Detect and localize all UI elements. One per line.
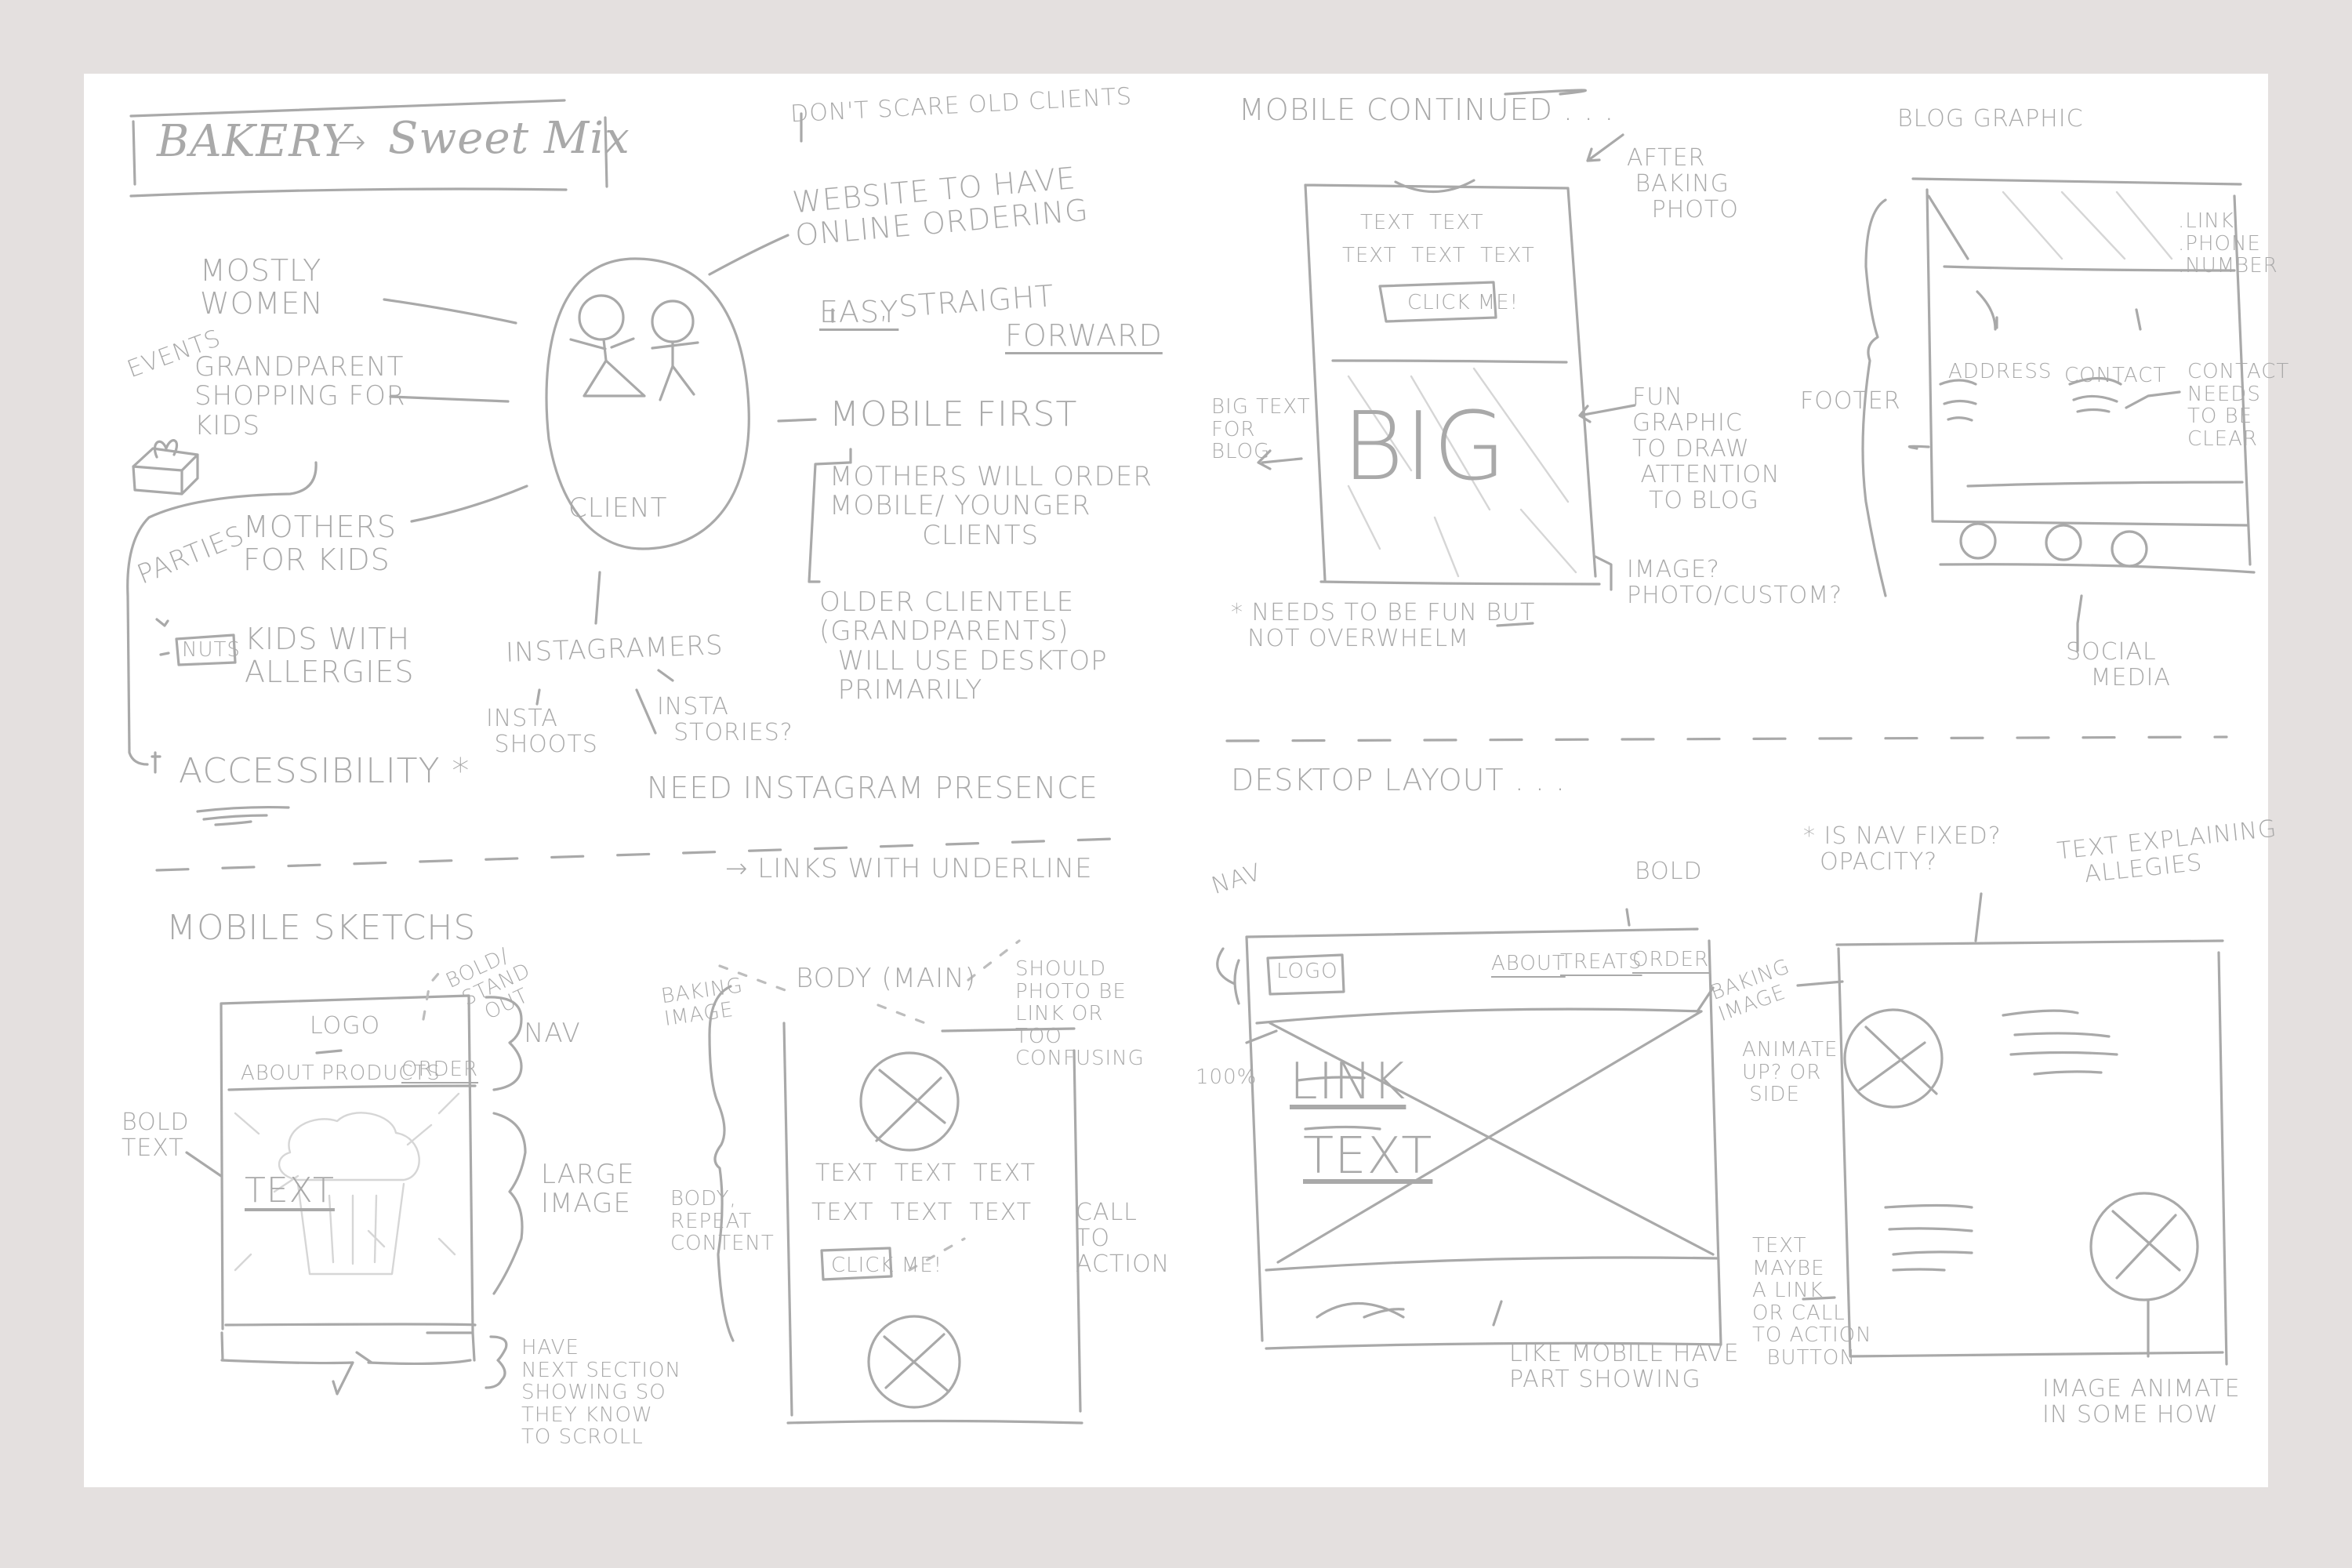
sketch-canvas: BAKERY → Sweet Mix CLIENT MOSTLY WOMEN E… bbox=[0, 0, 2352, 1568]
phone1-logo: LOGO bbox=[310, 1012, 381, 1040]
note-contact-clear: CONTACT NEEDS TO BE CLEAR bbox=[2187, 360, 2290, 451]
mobile-continued-heading: MOBILE CONTINUED . . . bbox=[1239, 93, 1615, 127]
note-needs-fun: * NEEDS TO BE FUN BUT NOT OVERWHELM bbox=[1231, 599, 1536, 652]
note-link-phone: .LINK .PHONE .NUMBER bbox=[2178, 209, 2278, 278]
links-underline-note: → LINKS WITH UNDERLINE bbox=[725, 853, 1093, 884]
note-desktop-width: 100% bbox=[1196, 1065, 1258, 1089]
mobile-sketches-heading: MOBILE SKETCHS bbox=[166, 908, 477, 948]
phone2-text-line-2: TEXT TEXT TEXT bbox=[811, 1199, 1033, 1226]
note-baking-image: BAKING IMAGE bbox=[659, 973, 745, 1031]
note-desktop-nav: NAV bbox=[1208, 858, 1265, 901]
note-social-media: SOCIAL MEDIA bbox=[2066, 638, 2171, 691]
desktop-nav-about[interactable]: ABOUT bbox=[1491, 953, 1566, 975]
note-animate: ANIMATE UP? OR SIDE bbox=[1742, 1038, 1838, 1107]
insta-stories: INSTA STORIES? bbox=[657, 693, 793, 746]
desktop-hero-text: TEXT bbox=[1303, 1127, 1433, 1185]
note-image-photo: IMAGE? PHOTO/CUSTOM? bbox=[1627, 556, 1843, 609]
note-desktop-baking-image: BAKING IMAGE bbox=[1708, 954, 1794, 1026]
title-right: Sweet Mix bbox=[388, 113, 630, 164]
note-forward: FORWARD bbox=[1005, 318, 1163, 353]
phone2-click-me-button[interactable]: CLICK ME! bbox=[831, 1254, 942, 1277]
note-online-ordering: WEBSITE TO HAVE ONLINE ORDERING bbox=[790, 160, 1091, 252]
audience-grandparent: GRANDPARENT SHOPPING FOR KIDS bbox=[194, 351, 406, 441]
title-left: BAKERY bbox=[157, 116, 351, 167]
desktop-heading: DESKTOP LAYOUT . . . bbox=[1231, 763, 1566, 797]
note-body-repeat: BODY, REPEAT CONTENT bbox=[670, 1187, 775, 1256]
desktop-nav-treats[interactable]: TREATS bbox=[1560, 951, 1642, 974]
note-image-animate: IMAGE ANIMATE IN SOME HOW bbox=[2042, 1375, 2241, 1428]
mc-big-text: BIG bbox=[1342, 393, 1507, 502]
phone1-hero-text: TEXT bbox=[245, 1171, 335, 1210]
client-label: CLIENT bbox=[568, 492, 668, 524]
footer-contact: CONTACT bbox=[2064, 364, 2167, 387]
note-nav: NAV bbox=[524, 1018, 581, 1049]
footer-address: ADDRESS bbox=[1948, 360, 2053, 383]
note-big-text-blog: BIG TEXT FOR BLOG bbox=[1211, 395, 1311, 464]
audience-women: MOSTLY WOMEN bbox=[200, 253, 324, 321]
note-desktop-bold: BOLD bbox=[1635, 858, 1703, 885]
mobile-first-mothers: MOTHERS WILL ORDER MOBILE/ YOUNGER CLIEN… bbox=[829, 461, 1152, 551]
mobile-first-heading: MOBILE FIRST bbox=[829, 394, 1078, 434]
note-photo-link: SHOULD PHOTO BE LINK OR TOO CONFUSING bbox=[1015, 957, 1145, 1071]
mc-text-line-2: TEXT TEXT TEXT bbox=[1342, 244, 1535, 267]
note-blog-graphic: BLOG GRAPHIC bbox=[1897, 105, 2084, 132]
mc-click-me-button[interactable]: CLICK ME! bbox=[1407, 292, 1519, 314]
mc-text-line-1: TEXT TEXT bbox=[1360, 211, 1484, 234]
tag-nuts: NUTS bbox=[182, 638, 241, 662]
note-bold-text: BOLD TEXT bbox=[122, 1109, 190, 1162]
note-cta: CALL TO ACTION bbox=[1076, 1199, 1171, 1278]
desktop-hero-link[interactable]: LINK bbox=[1290, 1054, 1406, 1110]
note-text-maybe: TEXT MAYBE A LINK OR CALL TO ACTION BUTT… bbox=[1752, 1234, 1872, 1370]
note-like-mobile: LIKE MOBILE HAVE PART SHOWING bbox=[1509, 1340, 1740, 1393]
note-dont-scare: DON'T SCARE OLD CLIENTS bbox=[789, 82, 1133, 129]
accessibility-note: ACCESSIBILITY * bbox=[179, 751, 470, 791]
desktop-nav-order[interactable]: ORDER bbox=[1632, 949, 1709, 971]
mobile-first-older: OLDER CLIENTELE (GRANDPARENTS) WILL USE … bbox=[819, 586, 1108, 706]
note-large-image: LARGE IMAGE bbox=[541, 1159, 635, 1220]
note-next-section: HAVE NEXT SECTION SHOWING SO THEY KNOW T… bbox=[521, 1336, 681, 1450]
need-instagram: NEED INSTAGRAM PRESENCE bbox=[647, 771, 1098, 805]
phone2-heading: BODY (MAIN) bbox=[796, 963, 976, 994]
desktop-logo: LOGO bbox=[1276, 960, 1338, 983]
note-nav-fixed: * IS NAV FIXED? OPACITY? bbox=[1803, 822, 2002, 876]
phone2-text-line-1: TEXT TEXT TEXT bbox=[815, 1160, 1036, 1187]
phone1-nav-about[interactable]: ABOUT bbox=[241, 1062, 315, 1085]
audience-mothers: MOTHERS FOR KIDS bbox=[243, 510, 397, 577]
note-after-baking: AFTER BAKING PHOTO bbox=[1627, 144, 1739, 223]
footer-label: FOOTER bbox=[1800, 387, 1901, 415]
arrow-icon: → bbox=[337, 122, 367, 162]
audience-kids-allergies: KIDS WITH ALLERGIES bbox=[245, 622, 415, 689]
note-allergies: TEXT EXPLAINING ALLEGIES bbox=[2056, 815, 2278, 891]
phone1-nav-order[interactable]: ORDER bbox=[401, 1058, 478, 1081]
tag-parties: PARTIES bbox=[132, 519, 249, 591]
note-fun-graphic: FUN GRAPHIC TO DRAW ATTENTION TO BLOG bbox=[1632, 383, 1780, 514]
insta-shoots: INSTA SHOOTS bbox=[486, 705, 598, 758]
instagramers-heading: INSTAGRAMERS bbox=[505, 630, 724, 669]
